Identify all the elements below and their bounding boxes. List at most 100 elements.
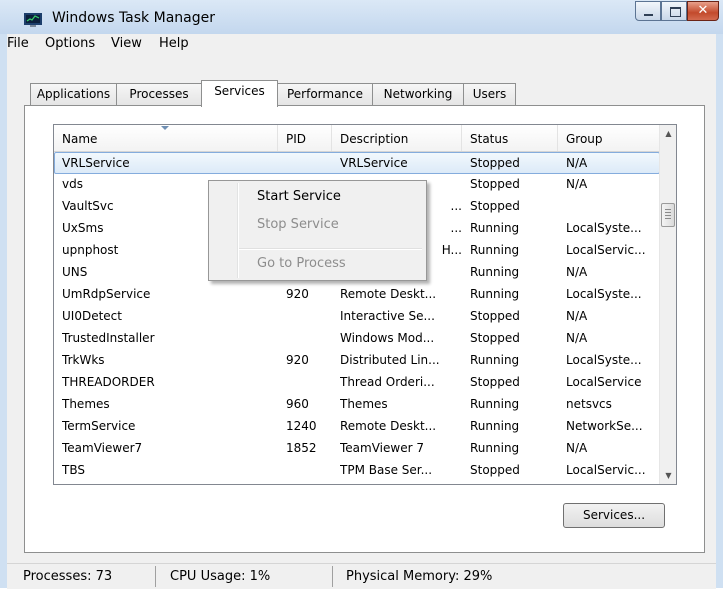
- cell-description: TPM Base Ser...: [340, 463, 433, 477]
- cell-status: Running: [470, 441, 520, 455]
- status-processes: Processes: 73: [23, 569, 113, 584]
- tab-applications[interactable]: Applications: [30, 83, 117, 106]
- maximize-icon: [670, 7, 681, 17]
- cell-group: N/A: [566, 177, 588, 191]
- menu-gutter: [237, 183, 239, 278]
- table-row[interactable]: UI0Detect Interactive Se... Stopped N/A: [54, 306, 660, 328]
- client-area: Applications Processes Services Performa…: [7, 54, 716, 563]
- menu-options[interactable]: Options: [45, 36, 95, 51]
- menu-file[interactable]: File: [7, 36, 29, 51]
- cell-pid: 1240: [286, 419, 317, 433]
- cell-name: UmRdpService: [62, 287, 151, 301]
- column-header-status[interactable]: Status: [462, 125, 558, 151]
- table-row[interactable]: TrustedInstaller Windows Mod... Stopped …: [54, 328, 660, 350]
- column-header-label: Name: [62, 132, 98, 146]
- table-row[interactable]: TBS TPM Base Ser... Stopped LocalServic.…: [54, 460, 660, 482]
- tab-performance[interactable]: Performance: [277, 83, 373, 106]
- grip-icon: [665, 209, 671, 219]
- cell-pid: 920: [286, 287, 309, 301]
- cell-description: Windows Mod...: [340, 331, 435, 345]
- table-row[interactable]: VRLService VRLService Stopped N/A: [54, 152, 660, 174]
- services-button[interactable]: Services...: [563, 503, 665, 528]
- column-header-name[interactable]: Name: [54, 125, 278, 151]
- tab-users[interactable]: Users: [463, 83, 516, 106]
- menu-bar: File Options View Help: [7, 34, 716, 54]
- task-manager-app-icon: [24, 13, 42, 27]
- title-bar[interactable]: Windows Task Manager ✕: [0, 0, 723, 34]
- tab-networking[interactable]: Networking: [372, 83, 464, 106]
- cell-group: N/A: [566, 309, 588, 323]
- services-list[interactable]: Name PID Description Status Group VRLSer…: [53, 124, 677, 485]
- cell-description: Distributed Lin...: [340, 353, 440, 367]
- cell-description: Thread Orderi...: [340, 375, 435, 389]
- minimize-button[interactable]: [635, 1, 661, 21]
- cell-status: Running: [470, 353, 520, 367]
- close-icon: ✕: [697, 3, 709, 18]
- cell-description: Remote Deskt...: [340, 287, 437, 301]
- table-row[interactable]: TrkWks 920 Distributed Lin... Running Lo…: [54, 350, 660, 372]
- cell-group: NetworkSe...: [566, 419, 643, 433]
- cell-status: Running: [470, 265, 520, 279]
- cell-group: netsvcs: [566, 397, 612, 411]
- maximize-button[interactable]: [661, 1, 687, 21]
- window-title: Windows Task Manager: [52, 10, 215, 26]
- context-menu: Start Service Stop Service Go to Process: [208, 180, 427, 281]
- cell-group: LocalService: [566, 375, 642, 389]
- cell-name: TrustedInstaller: [62, 331, 155, 345]
- status-physical-memory: Physical Memory: 29%: [346, 569, 493, 584]
- menu-item-start-service[interactable]: Start Service: [257, 189, 341, 204]
- vertical-scrollbar[interactable]: ▲ ▼: [659, 125, 676, 484]
- cell-group: N/A: [566, 265, 588, 279]
- tab-services[interactable]: Services: [201, 80, 278, 107]
- menu-item-stop-service[interactable]: Stop Service: [257, 217, 339, 232]
- table-row[interactable]: TeamViewer7 1852 TeamViewer 7 Running N/…: [54, 438, 660, 460]
- column-header-label: Group: [566, 132, 603, 146]
- scrollbar-thumb[interactable]: [661, 203, 675, 227]
- status-bar: Processes: 73 CPU Usage: 1% Physical Mem…: [7, 563, 716, 589]
- cell-status: Running: [470, 221, 520, 235]
- cell-status: Running: [470, 243, 520, 257]
- column-header-description[interactable]: Description: [332, 125, 462, 151]
- cell-status: Running: [470, 419, 520, 433]
- tab-processes[interactable]: Processes: [116, 83, 202, 106]
- column-header-label: Status: [470, 132, 509, 146]
- table-row[interactable]: UmRdpService 920 Remote Deskt... Running…: [54, 284, 660, 306]
- column-header-label: Description: [340, 132, 409, 146]
- cell-name: TBS: [62, 463, 85, 477]
- cell-group: LocalSyste...: [566, 221, 642, 235]
- cell-status: Stopped: [470, 463, 520, 477]
- cell-description: Remote Deskt...: [340, 419, 437, 433]
- column-header-group[interactable]: Group: [558, 125, 660, 151]
- cell-description: TeamViewer 7: [340, 441, 424, 455]
- sort-indicator-icon: [161, 126, 169, 130]
- table-row[interactable]: THREADORDER Thread Orderi... Stopped Loc…: [54, 372, 660, 394]
- cell-name: THREADORDER: [62, 375, 155, 389]
- cell-pid: 960: [286, 397, 309, 411]
- cell-description: VRLService: [340, 156, 408, 170]
- cell-name: TrkWks: [62, 353, 105, 367]
- cell-group: N/A: [566, 331, 588, 345]
- cell-status: Running: [470, 397, 520, 411]
- scroll-down-icon[interactable]: ▼: [660, 467, 676, 484]
- cell-status: Stopped: [470, 375, 520, 389]
- column-header-pid[interactable]: PID: [278, 125, 332, 151]
- cell-status: Stopped: [470, 177, 520, 191]
- status-divider: [155, 566, 156, 587]
- close-button[interactable]: ✕: [687, 1, 719, 21]
- table-row[interactable]: TermService 1240 Remote Deskt... Running…: [54, 416, 660, 438]
- cell-pid: 1852: [286, 441, 317, 455]
- cell-name: TeamViewer7: [62, 441, 143, 455]
- cell-group: N/A: [566, 156, 588, 170]
- cell-group: LocalServic...: [566, 463, 646, 477]
- menu-help[interactable]: Help: [159, 36, 189, 51]
- scroll-up-icon[interactable]: ▲: [660, 125, 676, 142]
- cell-group: LocalSyste...: [566, 353, 642, 367]
- menu-view[interactable]: View: [111, 36, 142, 51]
- cell-description: Themes: [340, 397, 388, 411]
- menu-separator: [239, 248, 422, 250]
- status-divider: [332, 566, 333, 587]
- table-row[interactable]: Themes 960 Themes Running netsvcs: [54, 394, 660, 416]
- cell-status: Stopped: [470, 199, 520, 213]
- menu-item-go-to-process[interactable]: Go to Process: [257, 256, 346, 271]
- cell-name: Themes: [62, 397, 110, 411]
